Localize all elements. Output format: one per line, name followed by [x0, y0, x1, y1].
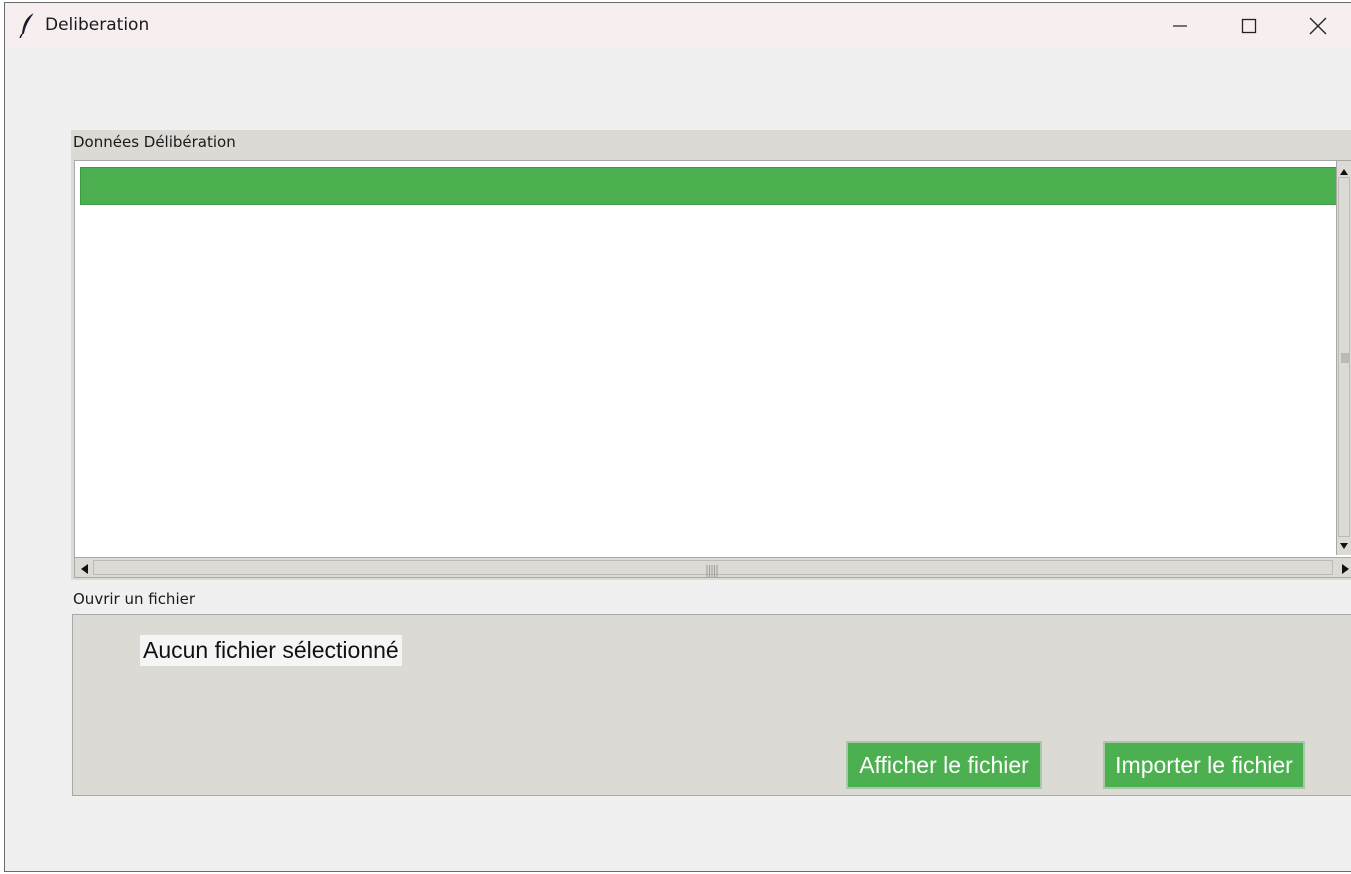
grip-icon: [706, 562, 718, 581]
file-status-label: Aucun fichier sélectionné: [140, 635, 402, 666]
data-section-label: Données Délibération: [73, 133, 236, 151]
app-window: Deliberation Données Délibération Ouvrir…: [4, 2, 1351, 872]
import-file-button[interactable]: Importer le fichier: [1103, 741, 1305, 789]
data-section: Données Délibération: [71, 130, 1351, 580]
scroll-right-arrow-icon[interactable]: [1338, 561, 1351, 575]
maximize-icon: [1241, 18, 1257, 34]
scroll-up-arrow-icon[interactable]: [1338, 163, 1350, 177]
close-button[interactable]: [1283, 3, 1351, 49]
show-file-button[interactable]: Afficher le fichier: [846, 741, 1042, 789]
vertical-scrollbar[interactable]: [1336, 161, 1351, 555]
vertical-scroll-thumb[interactable]: [1338, 177, 1350, 537]
grip-icon: [1341, 348, 1349, 367]
horizontal-scrollbar[interactable]: [75, 557, 1351, 577]
feather-icon: [19, 12, 37, 39]
file-section-label: Ouvrir un fichier: [73, 590, 196, 608]
list-header-row[interactable]: [80, 167, 1337, 205]
scroll-down-arrow-icon[interactable]: [1338, 537, 1350, 551]
minimize-button[interactable]: [1145, 3, 1215, 49]
minimize-icon: [1172, 18, 1188, 34]
close-icon: [1309, 17, 1327, 35]
file-section: Ouvrir un fichier Aucun fichier sélectio…: [71, 586, 1351, 798]
data-listbox[interactable]: [74, 160, 1351, 578]
window-title: Deliberation: [45, 15, 150, 35]
maximize-button[interactable]: [1214, 3, 1284, 49]
scroll-left-arrow-icon[interactable]: [78, 561, 92, 575]
file-panel: Aucun fichier sélectionné Afficher le fi…: [72, 614, 1351, 796]
horizontal-scroll-thumb[interactable]: [93, 560, 1333, 577]
title-bar[interactable]: Deliberation: [5, 3, 1351, 49]
